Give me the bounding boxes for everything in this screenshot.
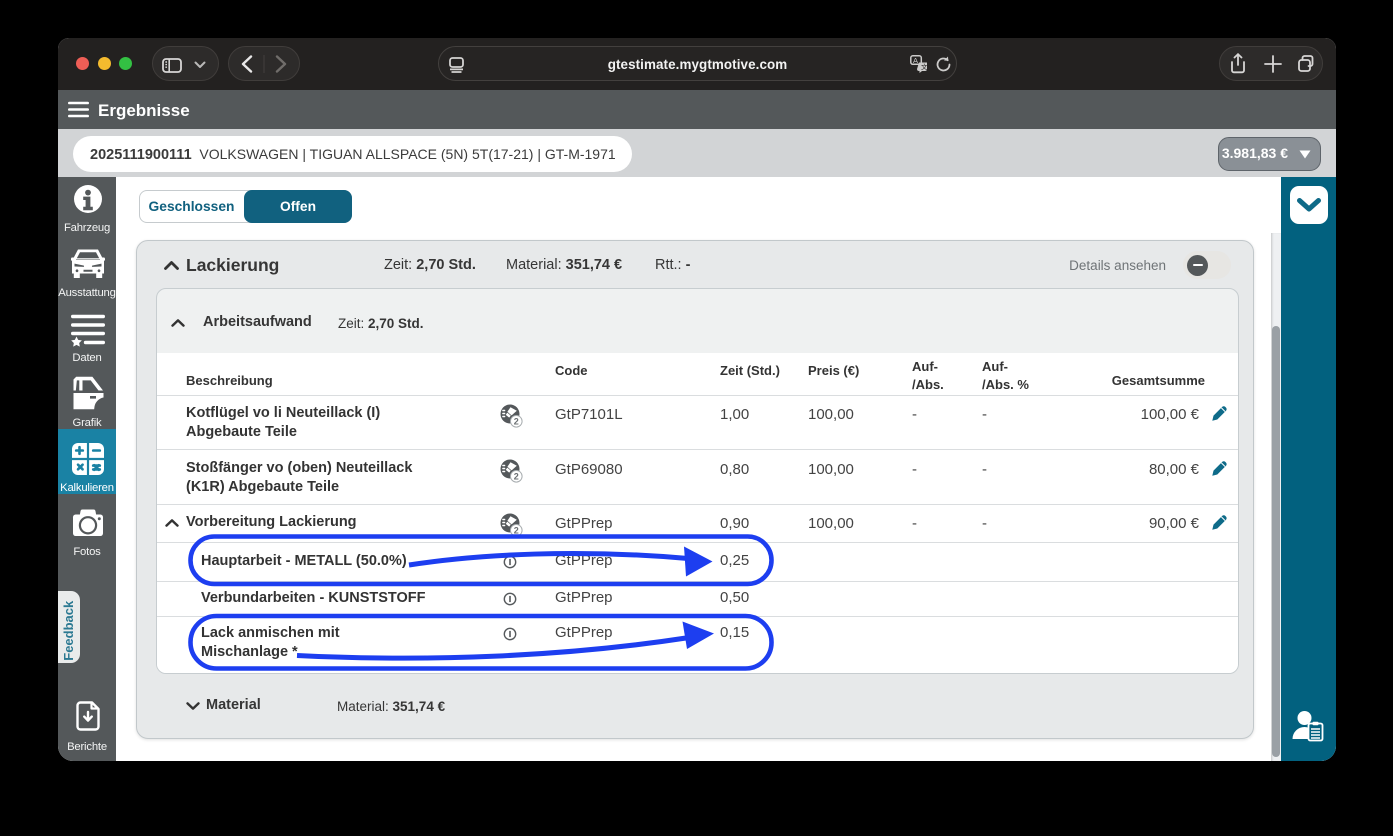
svg-text:2: 2 (513, 526, 518, 536)
svg-text:2: 2 (513, 472, 518, 482)
svg-text:2: 2 (513, 417, 518, 427)
svg-text:文: 文 (921, 62, 928, 71)
svg-text:A: A (913, 56, 918, 65)
